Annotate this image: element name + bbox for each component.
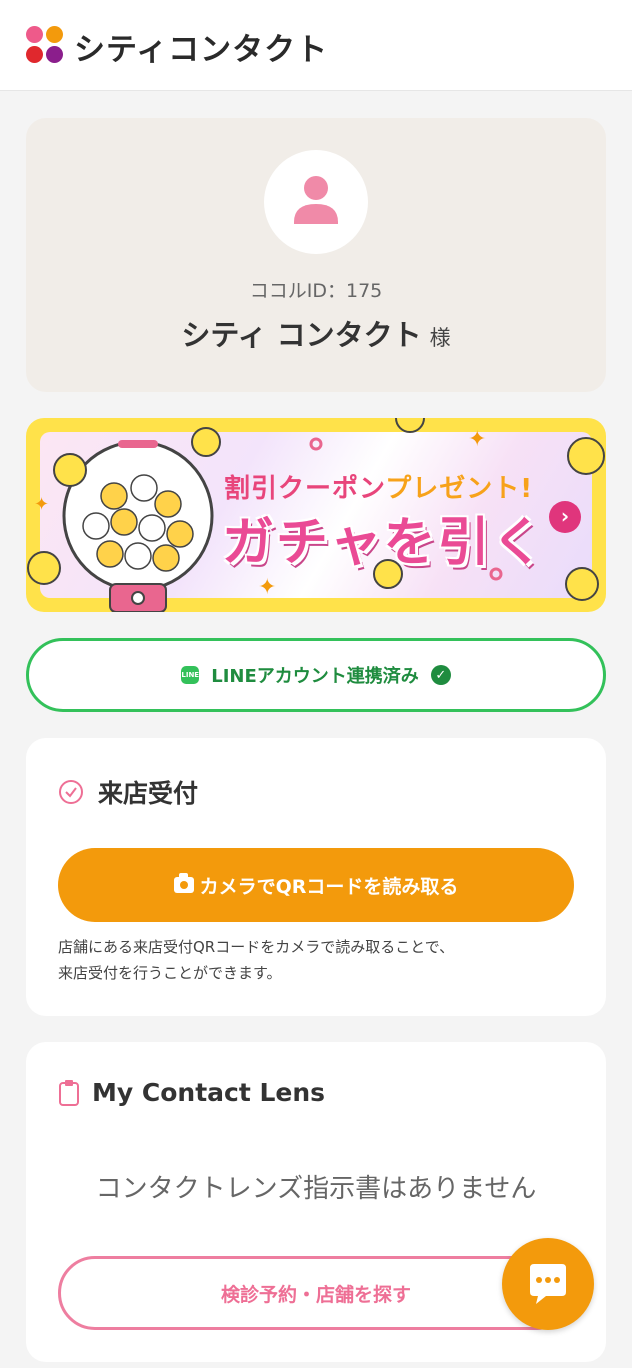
- empty-prescription-message: コンタクトレンズ指示書はありません: [95, 1174, 537, 1204]
- scan-qr-button[interactable]: カメラでQRコードを読み取る: [58, 848, 574, 922]
- my-contact-lens-title: My Contact Lens: [92, 1078, 326, 1107]
- description-line-2: 来店受付を行うことができます。: [58, 964, 282, 982]
- member-id: ココルID：175: [249, 280, 383, 302]
- line-icon: LINE: [181, 666, 200, 684]
- svg-text:✦: ✦: [34, 494, 49, 515]
- camera-icon: [173, 873, 194, 893]
- brand-logo-icon: [26, 26, 64, 64]
- store-visit-card: 来店受付 カメラでQRコードを読み取る 店舗にある来店受付QRコードをカメラで読…: [26, 738, 606, 1016]
- chevron-right-icon: ›: [549, 501, 581, 533]
- svg-text:✦: ✦: [468, 427, 486, 452]
- brand-name: シティコンタクト: [74, 32, 329, 68]
- check-circle-icon: ✓: [430, 665, 451, 685]
- clipboard-icon: [59, 1079, 79, 1106]
- avatar: [264, 150, 368, 254]
- store-visit-header: 来店受付: [58, 774, 198, 810]
- app-header: シティコンタクト: [0, 0, 632, 91]
- description-line-1: 店舗にある来店受付QRコードをカメラで読み取ることで、: [58, 938, 455, 956]
- user-icon: [294, 176, 338, 224]
- store-visit-title: 来店受付: [98, 779, 199, 808]
- banner-title: ガチャを引く: [222, 513, 546, 573]
- chat-bubble-icon: [530, 1264, 566, 1304]
- find-store-label: 検診予約・店舗を探す: [220, 1283, 411, 1306]
- member-honorific: 様: [429, 326, 451, 350]
- my-contact-lens-header: My Contact Lens: [58, 1078, 325, 1107]
- scan-qr-label: カメラでQRコードを読み取る: [199, 875, 459, 898]
- chat-button[interactable]: [502, 1238, 594, 1330]
- find-store-button[interactable]: 検診予約・店舗を探す: [58, 1256, 574, 1330]
- profile-card: ココルID：175 シティ コンタクト様: [26, 118, 606, 392]
- check-circle-outline-icon: [59, 780, 83, 804]
- member-name: シティ コンタクト: [181, 318, 422, 352]
- line-link-status-button[interactable]: LINE LINEアカウント連携済み ✓: [26, 638, 606, 712]
- svg-text:✦: ✦: [258, 575, 276, 600]
- member-name-row: シティ コンタクト様: [26, 312, 606, 354]
- store-visit-description: 店舗にある来店受付QRコードをカメラで読み取ることで、 来店受付を行うことができ…: [58, 934, 578, 986]
- line-link-label: LINEアカウント連携済み: [211, 666, 419, 687]
